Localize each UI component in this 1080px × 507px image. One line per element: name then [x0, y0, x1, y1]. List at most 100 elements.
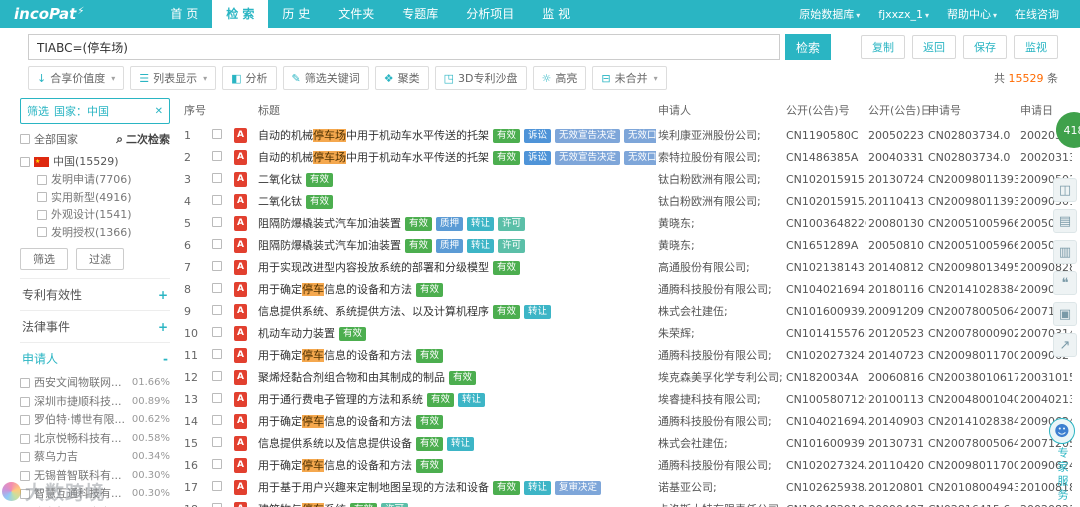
- nav-right-item[interactable]: 在线咨询: [1006, 6, 1068, 22]
- patent-title-link[interactable]: 用于实现改进型内容投放系统的部署和分级模型: [258, 261, 489, 274]
- patent-title-link[interactable]: 自动的机械停车场中用于机动车水平传送的托架: [258, 151, 489, 164]
- patent-title-link[interactable]: 用于确定停车信息的设备和方法: [258, 283, 412, 296]
- search-action-button[interactable]: 监视: [1014, 35, 1058, 59]
- pdf-icon[interactable]: A: [234, 215, 247, 231]
- row-checkbox[interactable]: [212, 260, 222, 271]
- applicant-name[interactable]: 蔡乌力吉: [34, 448, 78, 467]
- status-tag[interactable]: 有效: [493, 129, 521, 143]
- status-tag[interactable]: 无效口审: [624, 129, 656, 143]
- status-tag[interactable]: 复审决定: [555, 481, 602, 495]
- patent-title-link[interactable]: 二氧化钛: [258, 173, 302, 186]
- remove-filter-icon[interactable]: ✕: [155, 106, 163, 117]
- pdf-icon[interactable]: A: [234, 501, 247, 507]
- patent-title-link[interactable]: 用于基于用户兴趣来定制地图呈现的方法和设备: [258, 481, 489, 494]
- status-tag[interactable]: 有效: [405, 217, 433, 231]
- applicant-name[interactable]: 无锡普智联科有...: [34, 467, 122, 486]
- pdf-icon[interactable]: A: [234, 369, 247, 385]
- pdf-icon[interactable]: A: [234, 193, 247, 209]
- applicant-checkbox[interactable]: [20, 415, 30, 426]
- applicant-checkbox[interactable]: [20, 396, 30, 407]
- row-checkbox[interactable]: [212, 216, 222, 227]
- toolbar-button[interactable]: ✎ 筛选关键词: [282, 66, 369, 90]
- nav-right-item[interactable]: 原始数据库 ▾: [790, 6, 869, 22]
- nav-item[interactable]: 检 索: [212, 0, 269, 28]
- toolbar-button[interactable]: ↓ 合享价值度 ▾: [28, 66, 125, 90]
- nav-item[interactable]: 首 页: [156, 0, 212, 28]
- tree-child-item[interactable]: 实用新型(4916): [37, 189, 170, 207]
- status-tag[interactable]: 诉讼: [524, 151, 552, 165]
- save-icon[interactable]: ◫: [1053, 178, 1077, 202]
- row-checkbox[interactable]: [212, 128, 222, 139]
- applicant-checkbox[interactable]: [20, 452, 30, 463]
- all-countries-option[interactable]: 全部国家: [20, 131, 78, 147]
- row-checkbox[interactable]: [212, 414, 222, 425]
- pdf-icon[interactable]: A: [234, 149, 247, 165]
- tree-root-checkbox[interactable]: [20, 157, 30, 167]
- row-checkbox[interactable]: [212, 436, 222, 447]
- status-tag[interactable]: 有效: [493, 261, 521, 275]
- patent-title-link[interactable]: 阻隔防爆橇装式汽车加油装置: [258, 217, 401, 230]
- pdf-icon[interactable]: A: [234, 171, 247, 187]
- patent-title-link[interactable]: 阻隔防爆橇装式汽车加油装置: [258, 239, 401, 252]
- sidebar-section-collapsed[interactable]: 法律事件 +: [20, 310, 170, 342]
- pdf-icon[interactable]: A: [234, 413, 247, 429]
- status-tag[interactable]: 有效: [493, 151, 521, 165]
- patent-title-link[interactable]: 聚烯烃黏合剂组合物和由其制成的制品: [258, 371, 445, 384]
- apply-filter-button[interactable]: 筛选: [20, 248, 68, 270]
- row-checkbox[interactable]: [212, 304, 222, 315]
- row-checkbox[interactable]: [212, 348, 222, 359]
- share-icon[interactable]: ↗: [1053, 333, 1077, 357]
- tree-root-china[interactable]: 中国(15529): [20, 153, 170, 171]
- applicant-name[interactable]: 罗伯特·博世有限...: [34, 411, 125, 430]
- secondary-search-button[interactable]: ⌕ 二次检索: [116, 131, 170, 147]
- status-tag[interactable]: 有效: [493, 305, 521, 319]
- exclude-filter-button[interactable]: 过滤: [76, 248, 124, 270]
- patent-title-link[interactable]: 二氧化钛: [258, 195, 302, 208]
- search-button[interactable]: 检索: [785, 34, 831, 60]
- pdf-icon[interactable]: A: [234, 325, 247, 341]
- pdf-icon[interactable]: A: [234, 303, 247, 319]
- status-tag[interactable]: 转让: [524, 481, 552, 495]
- status-tag[interactable]: 有效: [405, 239, 433, 253]
- toolbar-button[interactable]: ⊟ 未合并 ▾: [592, 66, 667, 90]
- applicant-checkbox[interactable]: [20, 433, 30, 444]
- all-countries-checkbox[interactable]: [20, 134, 30, 144]
- patent-title-link[interactable]: 信息提供系统、系统提供方法、以及计算机程序: [258, 305, 489, 318]
- toolbar-button[interactable]: ❖ 聚类: [374, 66, 429, 90]
- row-checkbox[interactable]: [212, 150, 222, 161]
- status-tag[interactable]: 有效: [493, 481, 521, 495]
- status-tag[interactable]: 有效: [427, 393, 455, 407]
- sidebar-section-expanded[interactable]: 申请人 -: [20, 342, 170, 374]
- pdf-icon[interactable]: A: [234, 259, 247, 275]
- patent-title-link[interactable]: 用于确定停车信息的设备和方法: [258, 459, 412, 472]
- status-tag[interactable]: 有效: [306, 195, 334, 209]
- search-action-button[interactable]: 保存: [963, 35, 1007, 59]
- applicant-name[interactable]: 北京悦畅科技有...: [34, 430, 122, 449]
- status-tag[interactable]: 质押: [436, 217, 464, 231]
- status-tag[interactable]: 有效: [416, 349, 444, 363]
- patent-title-link[interactable]: 机动车动力装置: [258, 327, 335, 340]
- tree-child-item[interactable]: 发明申请(7706): [37, 171, 170, 189]
- status-tag[interactable]: 无效口审: [624, 151, 656, 165]
- row-checkbox[interactable]: [212, 194, 222, 205]
- nav-item[interactable]: 分析项目: [452, 0, 528, 28]
- status-tag[interactable]: 转让: [467, 217, 495, 231]
- applicant-name[interactable]: 西安文闻物联网...: [34, 374, 122, 393]
- patent-title-link[interactable]: 自动的机械停车场中用于机动车水平传送的托架: [258, 129, 489, 142]
- status-tag[interactable]: 转让: [467, 239, 495, 253]
- report-icon[interactable]: ▥: [1053, 240, 1077, 264]
- toolbar-button[interactable]: ◳ 3D专利沙盘: [434, 66, 527, 90]
- nav-item[interactable]: 监 视: [528, 0, 584, 28]
- nav-item[interactable]: 专题库: [388, 0, 452, 28]
- row-checkbox[interactable]: [212, 480, 222, 491]
- expand-toggle-icon[interactable]: -: [163, 352, 168, 366]
- status-tag[interactable]: 质押: [436, 239, 464, 253]
- row-checkbox[interactable]: [212, 370, 222, 381]
- row-checkbox[interactable]: [212, 502, 222, 507]
- tree-child-item[interactable]: 外观设计(1541): [37, 206, 170, 224]
- status-tag[interactable]: 许可: [381, 503, 409, 507]
- tree-child-checkbox[interactable]: [37, 192, 47, 203]
- nav-right-item[interactable]: fjxxzx_1 ▾: [869, 8, 938, 21]
- search-action-button[interactable]: 复制: [861, 35, 905, 59]
- patent-title-link[interactable]: 建筑物与停车系统: [258, 503, 346, 507]
